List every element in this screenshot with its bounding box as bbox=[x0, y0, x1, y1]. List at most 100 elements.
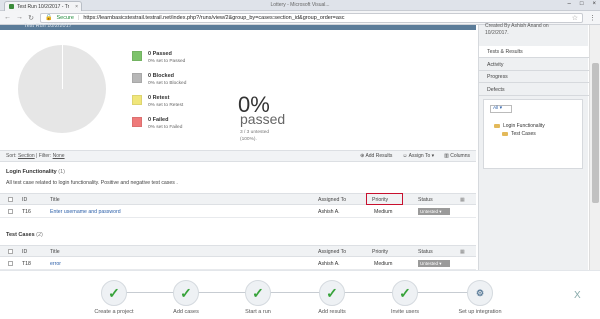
section-name: Test Cases bbox=[6, 232, 35, 238]
section-tree-panel: All ▾ Login Functionality Test Cases bbox=[483, 99, 583, 169]
col-status[interactable]: Status bbox=[418, 197, 433, 203]
step-add-results[interactable]: ✓ Add results bbox=[297, 280, 367, 315]
col-priority[interactable]: Priority bbox=[372, 249, 388, 255]
status-legend: 0 Passed 0% set to Passed 0 Blocked 0% set… bbox=[132, 51, 186, 139]
bookmark-star-icon[interactable]: ☆ bbox=[572, 14, 578, 22]
results-toolbar: Sort: Section | Filter: None ⊕ Add Resul… bbox=[0, 150, 476, 162]
user-icon: ☺ bbox=[402, 153, 408, 159]
row-checkbox[interactable] bbox=[8, 209, 13, 214]
select-all-checkbox[interactable] bbox=[8, 197, 13, 202]
url-field[interactable]: 🔒 Secure | https://learnbasicstestrail.t… bbox=[40, 12, 583, 23]
columns-icon: ▥ bbox=[444, 153, 449, 159]
window-title: Lottery - Microsoft Visual... bbox=[270, 2, 330, 8]
row-id: T16 bbox=[22, 209, 31, 215]
row-title-link[interactable]: error bbox=[50, 261, 61, 267]
sidebar-item-tests-results[interactable]: Tests & Results bbox=[479, 46, 589, 58]
blocked-swatch bbox=[132, 73, 142, 83]
section-tree: Login Functionality Test Cases bbox=[494, 122, 545, 138]
row-id: T18 bbox=[22, 261, 31, 267]
run-header-title: Test Run 10/2/2017 bbox=[24, 23, 72, 29]
add-results-button[interactable]: ⊕ Add Results bbox=[360, 153, 392, 159]
add-results-label: Add Results bbox=[365, 153, 393, 159]
tree-item-login[interactable]: Login Functionality bbox=[494, 122, 545, 130]
window-titlebar: Test Run 10/2/2017 - Tr × Lottery - Micr… bbox=[0, 0, 600, 11]
legend-title: 0 Failed bbox=[148, 117, 169, 123]
sidebar-item-activity[interactable]: Activity bbox=[479, 59, 589, 71]
legend-title: 0 Retest bbox=[148, 95, 170, 101]
section-name: Login Functionality bbox=[6, 169, 57, 175]
col-title[interactable]: Title bbox=[50, 249, 60, 255]
section-filter-select[interactable]: All ▾ bbox=[490, 105, 512, 113]
sort-value-link[interactable]: Section bbox=[18, 153, 35, 159]
select-all-checkbox[interactable] bbox=[8, 249, 13, 254]
scrollbar-thumb[interactable] bbox=[592, 63, 599, 203]
table-row: T18 error Ashish A. Medium Untested ▾ bbox=[0, 258, 476, 270]
back-icon[interactable]: ← bbox=[4, 14, 11, 21]
folder-icon bbox=[502, 131, 508, 136]
columns-label: Columns bbox=[450, 153, 470, 159]
run-header-bar: Test Run 10/2/2017 bbox=[0, 23, 476, 30]
close-window-icon[interactable]: × bbox=[592, 1, 596, 7]
table-header: ID Title Assigned To Priority Status ▦ bbox=[0, 193, 476, 205]
step-create-project[interactable]: ✓ Create a project bbox=[79, 280, 149, 315]
maximize-icon[interactable]: □ bbox=[580, 1, 584, 7]
legend-sub: 0% set to Failed bbox=[148, 125, 183, 130]
minimize-icon[interactable]: – bbox=[568, 1, 571, 7]
legend-failed: 0 Failed 0% set to Failed bbox=[132, 117, 186, 139]
legend-title: 0 Blocked bbox=[148, 73, 174, 79]
section-count: (1) bbox=[58, 169, 65, 175]
legend-title: 0 Passed bbox=[148, 51, 172, 57]
status-dropdown[interactable]: Untested ▾ bbox=[418, 208, 450, 215]
col-assigned[interactable]: Assigned To bbox=[318, 249, 346, 255]
created-by-line1: Created By Ashish Anand on bbox=[485, 23, 549, 29]
check-icon: ✓ bbox=[101, 280, 127, 306]
step-label: Create a project bbox=[94, 309, 134, 315]
sidebar-item-defects[interactable]: Defects bbox=[479, 84, 589, 96]
sidebar-item-progress[interactable]: Progress bbox=[479, 71, 589, 83]
step-invite-users[interactable]: ✓ Invite users bbox=[370, 280, 440, 315]
sort-label: Sort: bbox=[6, 153, 17, 159]
url-text: https://learnbasicstestrail.testrail.net… bbox=[83, 14, 345, 21]
reload-icon[interactable]: ↻ bbox=[28, 14, 34, 22]
column-settings-icon[interactable]: ▦ bbox=[460, 249, 465, 255]
url-separator: | bbox=[77, 14, 80, 21]
pass-word: passed bbox=[240, 111, 286, 127]
chevron-down-icon: ▾ bbox=[439, 209, 442, 214]
status-dropdown[interactable]: Untested ▾ bbox=[418, 260, 450, 267]
chevron-down-icon: ▾ bbox=[439, 261, 442, 266]
row-assigned: Ashish A. bbox=[318, 261, 340, 267]
legend-passed: 0 Passed 0% set to Passed bbox=[132, 51, 186, 73]
forward-icon[interactable]: → bbox=[16, 14, 23, 21]
browser-menu-icon[interactable]: ⋮ bbox=[589, 14, 596, 22]
step-integration[interactable]: ⚙ Set up integration bbox=[445, 280, 515, 315]
lock-icon: 🔒 bbox=[45, 15, 53, 21]
close-onboarding-icon[interactable]: X bbox=[574, 290, 581, 301]
step-add-cases[interactable]: ✓ Add cases bbox=[151, 280, 221, 315]
check-icon: ✓ bbox=[319, 280, 345, 306]
col-id[interactable]: ID bbox=[22, 249, 27, 255]
status-label: Untested bbox=[420, 209, 439, 214]
col-title[interactable]: Title bbox=[50, 197, 60, 203]
priority-highlight-box bbox=[366, 193, 403, 205]
filter-label: Filter: bbox=[38, 153, 52, 159]
row-checkbox[interactable] bbox=[8, 261, 13, 266]
step-label: Invite users bbox=[390, 309, 420, 315]
columns-button[interactable]: ▥ Columns bbox=[444, 153, 470, 159]
chevron-down-icon: ▾ bbox=[431, 153, 435, 159]
step-label: Set up integration bbox=[458, 309, 502, 315]
assign-to-button[interactable]: ☺ Assign To ▾ bbox=[402, 153, 434, 159]
table-row: T16 Enter username and password Ashish A… bbox=[0, 206, 476, 218]
col-id[interactable]: ID bbox=[22, 197, 27, 203]
select-value: All bbox=[493, 106, 499, 111]
col-assigned[interactable]: Assigned To bbox=[318, 197, 346, 203]
filter-value-link[interactable]: None bbox=[53, 153, 65, 159]
step-start-run[interactable]: ✓ Start a run bbox=[223, 280, 293, 315]
row-priority: Medium bbox=[374, 209, 393, 215]
column-settings-icon[interactable]: ▦ bbox=[460, 197, 465, 203]
legend-retest: 0 Retest 0% set to Retest bbox=[132, 95, 186, 117]
tree-item-test-cases[interactable]: Test Cases bbox=[494, 130, 545, 138]
check-icon: ✓ bbox=[245, 280, 271, 306]
assign-to-label: Assign To bbox=[408, 153, 431, 159]
col-status[interactable]: Status bbox=[418, 249, 433, 255]
row-title-link[interactable]: Enter username and password bbox=[50, 209, 121, 215]
